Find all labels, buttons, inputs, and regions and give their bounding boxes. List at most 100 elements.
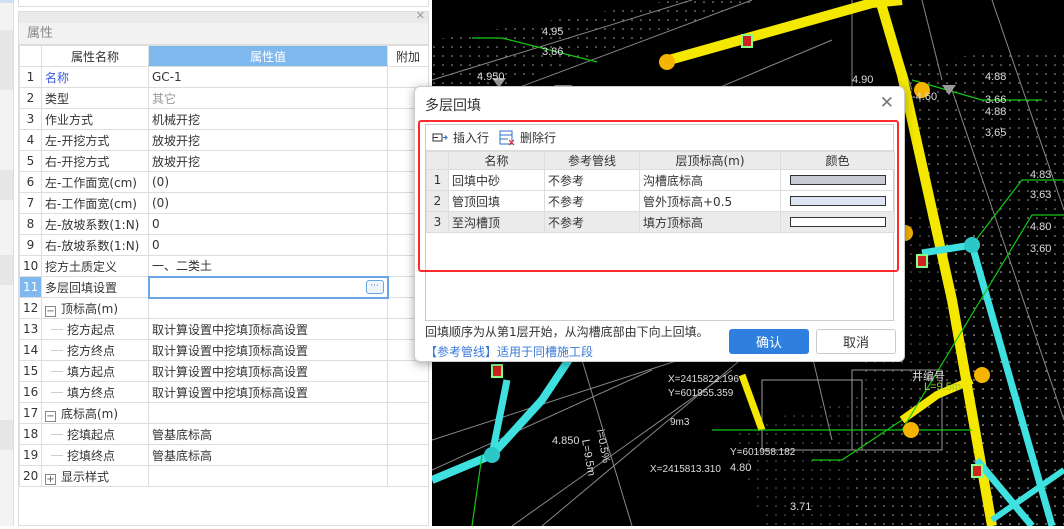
property-row[interactable]: 14 挖方终点 取计算设置中挖填顶标高设置	[19, 339, 429, 361]
property-extra[interactable]	[387, 444, 429, 466]
manhole-node	[659, 54, 675, 70]
property-name: + 显示样式	[41, 465, 149, 487]
property-name: 挖方终点	[41, 339, 149, 361]
property-row[interactable]: 11 多层回填设置 ···	[19, 275, 429, 299]
manhole-node	[964, 237, 980, 253]
property-extra[interactable]	[387, 402, 429, 424]
row-number: 16	[19, 381, 42, 403]
property-value[interactable]: 0	[148, 213, 388, 235]
property-row[interactable]: 2 类型 其它	[19, 87, 429, 109]
property-name: 填方起点	[41, 360, 149, 382]
property-row[interactable]: 16 填方终点 取计算设置中挖填顶标高设置	[19, 381, 429, 403]
column-header-extra[interactable]: 附加	[387, 45, 429, 67]
row-number: 1	[19, 66, 42, 88]
property-row[interactable]: 12 − 顶标高(m)	[19, 297, 429, 319]
property-row[interactable]: 1 名称 GC-1	[19, 66, 429, 88]
cad-label: 3.86	[542, 46, 563, 58]
collapse-icon[interactable]: −	[45, 410, 56, 422]
property-name: 右-工作面宽(cm)	[41, 192, 149, 214]
property-name: 多层回填设置	[41, 276, 149, 298]
property-extra[interactable]	[387, 66, 429, 88]
property-row[interactable]: 6 左-工作面宽(cm) (0)	[19, 171, 429, 193]
expand-icon[interactable]: +	[45, 473, 56, 485]
cad-label: 3.71	[790, 501, 811, 513]
cancel-button[interactable]: 取消	[816, 329, 896, 354]
property-row[interactable]: 17 − 底标高(m)	[19, 402, 429, 424]
property-value[interactable]	[148, 402, 388, 424]
property-extra[interactable]	[387, 465, 429, 487]
cad-label: -4.60	[912, 91, 937, 103]
multilayer-backfill-dialog: 多层回填 ✕ 插入行 删除行 名称 参考管线 层顶标高(m) 颜色 1 回填中砂…	[414, 86, 905, 362]
marker	[916, 254, 928, 268]
cad-label: Y=601958.182	[730, 447, 796, 458]
row-number: 17	[19, 402, 42, 424]
row-number: 3	[19, 108, 42, 130]
property-value[interactable]: 0	[148, 234, 388, 256]
property-row[interactable]: 3 作业方式 机械开挖	[19, 108, 429, 130]
more-options-button[interactable]: ···	[365, 279, 384, 294]
column-header-value[interactable]: 属性值	[148, 45, 388, 67]
cad-label: Y=601955.359	[668, 388, 734, 399]
property-extra[interactable]	[387, 381, 429, 403]
cad-label: 井编号	[912, 369, 945, 383]
cad-label: i=0.5%	[594, 428, 612, 464]
yellow-pipe	[738, 373, 766, 432]
property-value[interactable]: 放坡开挖	[148, 150, 388, 172]
property-row[interactable]: 7 右-工作面宽(cm) (0)	[19, 192, 429, 214]
property-row[interactable]: 10 挖方土质定义 一、二类土	[19, 255, 429, 277]
confirm-button[interactable]: 确认	[729, 329, 809, 354]
property-value[interactable]: (0)	[148, 171, 388, 193]
property-row[interactable]: 15 填方起点 取计算设置中挖填顶标高设置	[19, 360, 429, 382]
property-row[interactable]: 13 挖方起点 取计算设置中挖填顶标高设置	[19, 318, 429, 340]
property-extra[interactable]	[387, 423, 429, 445]
property-value[interactable]: 放坡开挖	[148, 129, 388, 151]
property-value[interactable]: 管基底标高	[148, 444, 388, 466]
cad-label: 3.63	[1030, 189, 1051, 201]
drawing-line	[431, 369, 653, 471]
cad-label: 4.95	[542, 26, 563, 38]
property-row[interactable]: 18 挖填起点 管基底标高	[19, 423, 429, 445]
property-name: 挖方起点	[41, 318, 149, 340]
manhole-node	[484, 447, 500, 463]
cad-label: 3.66	[985, 94, 1006, 106]
cad-label: L=9.5m	[579, 438, 597, 477]
property-row[interactable]: 19 挖填终点 管基底标高	[19, 444, 429, 466]
cad-label: 4.950	[477, 71, 505, 83]
manhole-node	[903, 422, 919, 438]
property-name: 挖方土质定义	[41, 255, 149, 277]
property-value[interactable]: 一、二类土	[148, 255, 388, 277]
row-number: 15	[19, 360, 42, 382]
column-header-name[interactable]: 属性名称	[41, 45, 149, 67]
property-value[interactable]: ···	[147, 275, 389, 299]
cad-label: 4.83	[1030, 169, 1051, 181]
property-value[interactable]	[148, 465, 388, 487]
property-row[interactable]: 8 左-放坡系数(1:N) 0	[19, 213, 429, 235]
property-name: 挖填起点	[41, 423, 149, 445]
property-extra[interactable]	[387, 360, 429, 382]
property-value[interactable]	[148, 297, 388, 319]
cad-label: 4.88	[985, 106, 1006, 118]
close-icon[interactable]: ✕	[416, 9, 425, 22]
property-value[interactable]: 管基底标高	[148, 423, 388, 445]
property-value[interactable]: 取计算设置中挖填顶标高设置	[148, 381, 388, 403]
row-number: 20	[19, 465, 42, 487]
property-value[interactable]: 取计算设置中挖填顶标高设置	[148, 318, 388, 340]
reference-pipeline-link[interactable]: 【参考管线】适用于同槽施工段	[425, 343, 593, 360]
close-icon[interactable]: ✕	[880, 93, 894, 113]
property-value[interactable]: (0)	[148, 192, 388, 214]
property-row[interactable]: 5 右-开挖方式 放坡开挖	[19, 150, 429, 172]
property-value[interactable]: 取计算设置中挖填顶标高设置	[148, 360, 388, 382]
property-value[interactable]: 机械开挖	[148, 108, 388, 130]
property-row[interactable]: 20 + 显示样式	[19, 465, 429, 487]
property-value[interactable]: 其它	[148, 87, 388, 109]
cad-label: X=2415822.196	[668, 374, 739, 385]
cad-label: X=2415813.310	[650, 464, 721, 475]
property-row[interactable]: 9 右-放坡系数(1:N) 0	[19, 234, 429, 256]
collapse-icon[interactable]: −	[45, 305, 56, 317]
property-value[interactable]: 取计算设置中挖填顶标高设置	[148, 339, 388, 361]
cad-label: 3.65	[985, 127, 1006, 139]
row-number: 8	[19, 213, 42, 235]
property-row[interactable]: 4 左-开挖方式 放坡开挖	[19, 129, 429, 151]
backfill-note: 回填顺序为从第1层开始，从沟槽底部由下向上回填。	[425, 325, 709, 339]
property-value[interactable]: GC-1	[148, 66, 388, 88]
